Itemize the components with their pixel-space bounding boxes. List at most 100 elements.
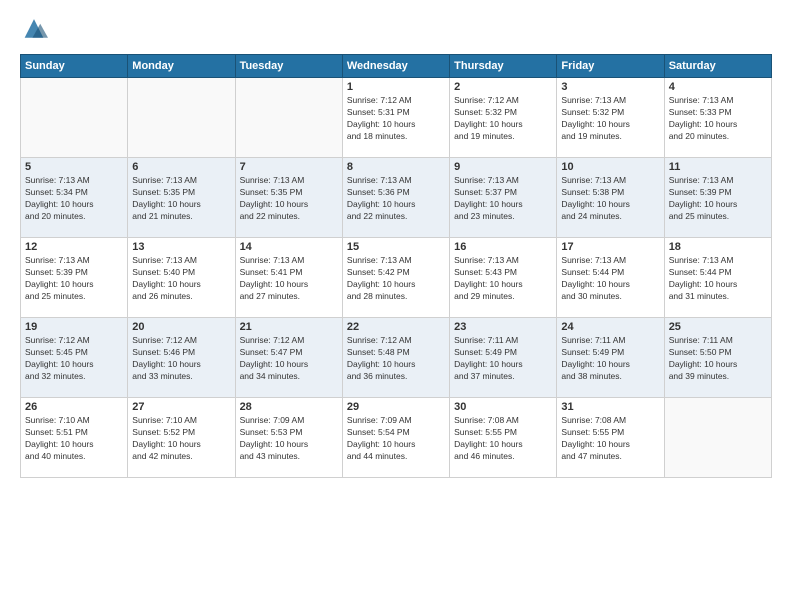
weekday-header-saturday: Saturday — [664, 55, 771, 78]
day-number: 22 — [347, 321, 445, 333]
day-number: 23 — [454, 321, 552, 333]
calendar-day-cell: 4Sunrise: 7:13 AM Sunset: 5:33 PM Daylig… — [664, 78, 771, 158]
calendar-day-cell: 23 Sunrise: 7:11 AM Sunset: 5:49 PM Dayli… — [450, 318, 557, 398]
header — [20, 16, 772, 44]
weekday-header-tuesday: Tuesday — [235, 55, 342, 78]
calendar-week-row: 1 Sunrise: 7:12 AM Sunset: 5:31 PM Daylig… — [21, 78, 772, 158]
day-number: 27 — [132, 401, 230, 413]
calendar-day-cell: 28Sunrise: 7:09 AM Sunset: 5:53 PM Dayli… — [235, 398, 342, 478]
day-info: Sunrise: 7:12 AM Sunset: 5:31 PM Dayligh… — [347, 95, 416, 141]
logo — [20, 16, 52, 44]
day-number: 20 — [132, 321, 230, 333]
calendar-day-cell — [128, 78, 235, 158]
day-info: Sunrise: 7:08 AM Sunset: 5:55 PM Dayligh… — [561, 415, 630, 461]
calendar-day-cell: 5 Sunrise: 7:13 AM Sunset: 5:34 PM Daylig… — [21, 158, 128, 238]
day-info: Sunrise: 7:13 AM Sunset: 5:41 PM Dayligh… — [240, 255, 309, 301]
day-number: 15 — [347, 241, 445, 253]
day-info: Sunrise: 7:13 AM Sunset: 5:39 PM Dayligh… — [669, 175, 738, 221]
calendar-day-cell: 13 Sunrise: 7:13 AM Sunset: 5:40 PM Dayli… — [128, 238, 235, 318]
weekday-header-thursday: Thursday — [450, 55, 557, 78]
weekday-header-row: SundayMondayTuesdayWednesdayThursdayFrid… — [21, 55, 772, 78]
day-info: Sunrise: 7:11 AM Sunset: 5:49 PM Dayligh… — [454, 335, 523, 381]
day-number: 16 — [454, 241, 552, 253]
page: SundayMondayTuesdayWednesdayThursdayFrid… — [0, 0, 792, 612]
day-info: Sunrise: 7:13 AM Sunset: 5:35 PM Dayligh… — [240, 175, 309, 221]
calendar-day-cell: 8 Sunrise: 7:13 AM Sunset: 5:36 PM Daylig… — [342, 158, 449, 238]
day-info: Sunrise: 7:08 AM Sunset: 5:55 PM Dayligh… — [454, 415, 523, 461]
weekday-header-wednesday: Wednesday — [342, 55, 449, 78]
day-info: Sunrise: 7:09 AM Sunset: 5:54 PM Dayligh… — [347, 415, 416, 461]
day-info: Sunrise: 7:12 AM Sunset: 5:48 PM Dayligh… — [347, 335, 416, 381]
day-info: Sunrise: 7:13 AM Sunset: 5:39 PM Dayligh… — [25, 255, 94, 301]
day-number: 26 — [25, 401, 123, 413]
day-number: 17 — [561, 241, 659, 253]
calendar-day-cell: 11 Sunrise: 7:13 AM Sunset: 5:39 PM Dayli… — [664, 158, 771, 238]
calendar-day-cell: 29Sunrise: 7:09 AM Sunset: 5:54 PM Dayli… — [342, 398, 449, 478]
calendar-day-cell: 25 Sunrise: 7:11 AM Sunset: 5:50 PM Dayli… — [664, 318, 771, 398]
day-number: 5 — [25, 161, 123, 173]
day-info: Sunrise: 7:12 AM Sunset: 5:45 PM Dayligh… — [25, 335, 94, 381]
day-number: 18 — [669, 241, 767, 253]
calendar-week-row: 12 Sunrise: 7:13 AM Sunset: 5:39 PM Dayli… — [21, 238, 772, 318]
day-number: 21 — [240, 321, 338, 333]
calendar-day-cell — [664, 398, 771, 478]
day-info: Sunrise: 7:11 AM Sunset: 5:50 PM Dayligh… — [669, 335, 738, 381]
day-info: Sunrise: 7:13 AM Sunset: 5:35 PM Dayligh… — [132, 175, 201, 221]
calendar-day-cell: 3 Sunrise: 7:13 AM Sunset: 5:32 PM Daylig… — [557, 78, 664, 158]
weekday-header-sunday: Sunday — [21, 55, 128, 78]
calendar-day-cell: 2 Sunrise: 7:12 AM Sunset: 5:32 PM Daylig… — [450, 78, 557, 158]
day-info: Sunrise: 7:13 AM Sunset: 5:37 PM Dayligh… — [454, 175, 523, 221]
day-number: 13 — [132, 241, 230, 253]
day-info: Sunrise: 7:13 AM Sunset: 5:43 PM Dayligh… — [454, 255, 523, 301]
day-info: Sunrise: 7:10 AM Sunset: 5:52 PM Dayligh… — [132, 415, 201, 461]
day-info: Sunrise: 7:13 AM Sunset: 5:36 PM Dayligh… — [347, 175, 416, 221]
calendar-day-cell: 16 Sunrise: 7:13 AM Sunset: 5:43 PM Dayli… — [450, 238, 557, 318]
calendar-day-cell: 14 Sunrise: 7:13 AM Sunset: 5:41 PM Dayli… — [235, 238, 342, 318]
day-number: 11 — [669, 161, 767, 173]
day-number: 9 — [454, 161, 552, 173]
day-info: Sunrise: 7:11 AM Sunset: 5:49 PM Dayligh… — [561, 335, 630, 381]
calendar-day-cell: 21Sunrise: 7:12 AM Sunset: 5:47 PM Dayli… — [235, 318, 342, 398]
calendar-day-cell: 26 Sunrise: 7:10 AM Sunset: 5:51 PM Dayli… — [21, 398, 128, 478]
day-number: 25 — [669, 321, 767, 333]
calendar-day-cell: 18 Sunrise: 7:13 AM Sunset: 5:44 PM Dayli… — [664, 238, 771, 318]
calendar-table: SundayMondayTuesdayWednesdayThursdayFrid… — [20, 54, 772, 478]
calendar-day-cell: 24Sunrise: 7:11 AM Sunset: 5:49 PM Dayli… — [557, 318, 664, 398]
calendar-day-cell: 19Sunrise: 7:12 AM Sunset: 5:45 PM Dayli… — [21, 318, 128, 398]
day-info: Sunrise: 7:13 AM Sunset: 5:40 PM Dayligh… — [132, 255, 201, 301]
calendar-day-cell: 10Sunrise: 7:13 AM Sunset: 5:38 PM Dayli… — [557, 158, 664, 238]
day-info: Sunrise: 7:13 AM Sunset: 5:34 PM Dayligh… — [25, 175, 94, 221]
day-number: 7 — [240, 161, 338, 173]
weekday-header-friday: Friday — [557, 55, 664, 78]
day-number: 8 — [347, 161, 445, 173]
day-number: 6 — [132, 161, 230, 173]
day-number: 2 — [454, 81, 552, 93]
day-number: 3 — [561, 81, 659, 93]
day-number: 10 — [561, 161, 659, 173]
calendar-day-cell: 27 Sunrise: 7:10 AM Sunset: 5:52 PM Dayli… — [128, 398, 235, 478]
day-number: 28 — [240, 401, 338, 413]
day-info: Sunrise: 7:12 AM Sunset: 5:32 PM Dayligh… — [454, 95, 523, 141]
calendar-day-cell: 15Sunrise: 7:13 AM Sunset: 5:42 PM Dayli… — [342, 238, 449, 318]
day-info: Sunrise: 7:10 AM Sunset: 5:51 PM Dayligh… — [25, 415, 94, 461]
day-number: 31 — [561, 401, 659, 413]
day-number: 1 — [347, 81, 445, 93]
day-info: Sunrise: 7:12 AM Sunset: 5:46 PM Dayligh… — [132, 335, 201, 381]
calendar-week-row: 5 Sunrise: 7:13 AM Sunset: 5:34 PM Daylig… — [21, 158, 772, 238]
day-number: 12 — [25, 241, 123, 253]
day-number: 14 — [240, 241, 338, 253]
calendar-day-cell: 31 Sunrise: 7:08 AM Sunset: 5:55 PM Dayli… — [557, 398, 664, 478]
calendar-week-row: 19Sunrise: 7:12 AM Sunset: 5:45 PM Dayli… — [21, 318, 772, 398]
day-info: Sunrise: 7:13 AM Sunset: 5:33 PM Dayligh… — [669, 95, 738, 141]
day-number: 30 — [454, 401, 552, 413]
calendar-day-cell: 7 Sunrise: 7:13 AM Sunset: 5:35 PM Daylig… — [235, 158, 342, 238]
day-info: Sunrise: 7:13 AM Sunset: 5:44 PM Dayligh… — [669, 255, 738, 301]
weekday-header-monday: Monday — [128, 55, 235, 78]
calendar-day-cell: 6 Sunrise: 7:13 AM Sunset: 5:35 PM Daylig… — [128, 158, 235, 238]
calendar-day-cell — [235, 78, 342, 158]
day-info: Sunrise: 7:13 AM Sunset: 5:32 PM Dayligh… — [561, 95, 630, 141]
calendar-day-cell: 17Sunrise: 7:13 AM Sunset: 5:44 PM Dayli… — [557, 238, 664, 318]
calendar-day-cell: 1 Sunrise: 7:12 AM Sunset: 5:31 PM Daylig… — [342, 78, 449, 158]
calendar-week-row: 26 Sunrise: 7:10 AM Sunset: 5:51 PM Dayli… — [21, 398, 772, 478]
calendar-day-cell: 9 Sunrise: 7:13 AM Sunset: 5:37 PM Daylig… — [450, 158, 557, 238]
